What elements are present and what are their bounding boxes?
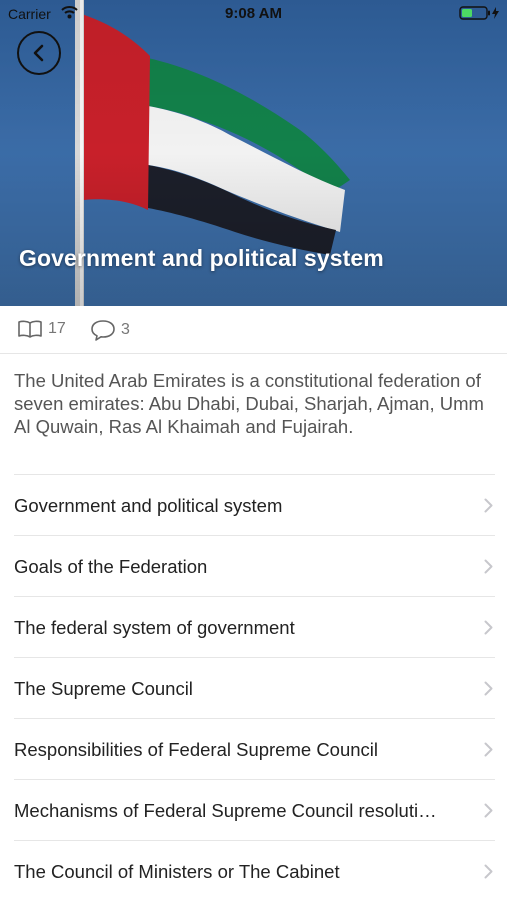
list-item[interactable]: Government and political system [14, 474, 495, 535]
reads-stat: 17 [17, 319, 66, 339]
chevron-right-icon [484, 559, 493, 574]
comments-stat[interactable]: 3 [90, 319, 130, 341]
chevron-right-icon [484, 498, 493, 513]
chevron-right-icon [484, 620, 493, 635]
list-item-label: Mechanisms of Federal Supreme Council re… [14, 800, 437, 821]
battery-icon [459, 6, 499, 20]
list-item[interactable]: The Supreme Council [14, 657, 495, 718]
book-icon [18, 320, 42, 338]
hero-banner: Government and political system [0, 0, 507, 306]
list-item[interactable]: The federal system of government [14, 596, 495, 657]
chevron-right-icon [484, 864, 493, 879]
list-item-label: Government and political system [14, 495, 283, 516]
comment-icon [91, 320, 115, 341]
back-button[interactable] [17, 31, 61, 75]
status-bar: Carrier 9:08 AM [0, 0, 507, 28]
list-item[interactable]: The Council of Ministers or The Cabinet [14, 840, 495, 900]
page-title: Government and political system [19, 245, 384, 271]
list-item[interactable]: Goals of the Federation [14, 535, 495, 596]
article-stats: 17 3 [0, 306, 507, 354]
reads-count: 17 [48, 320, 66, 337]
chevron-right-icon [484, 681, 493, 696]
list-item-label: Goals of the Federation [14, 556, 208, 577]
chevron-right-icon [484, 803, 493, 818]
list-item-label: The Supreme Council [14, 678, 193, 699]
topic-list: Government and political system Goals of… [0, 474, 507, 900]
list-item-label: The federal system of government [14, 617, 295, 638]
clock: 9:08 AM [225, 5, 282, 22]
list-item-label: The Council of Ministers or The Cabinet [14, 861, 340, 882]
chevron-left-icon [33, 44, 44, 62]
list-item-label: Responsibilities of Federal Supreme Coun… [14, 739, 379, 760]
list-item[interactable]: Mechanisms of Federal Supreme Council re… [14, 779, 495, 840]
list-item[interactable]: Responsibilities of Federal Supreme Coun… [14, 718, 495, 779]
article-description: The United Arab Emirates is a constituti… [14, 370, 484, 437]
chevron-right-icon [484, 742, 493, 757]
comments-count: 3 [121, 321, 130, 338]
